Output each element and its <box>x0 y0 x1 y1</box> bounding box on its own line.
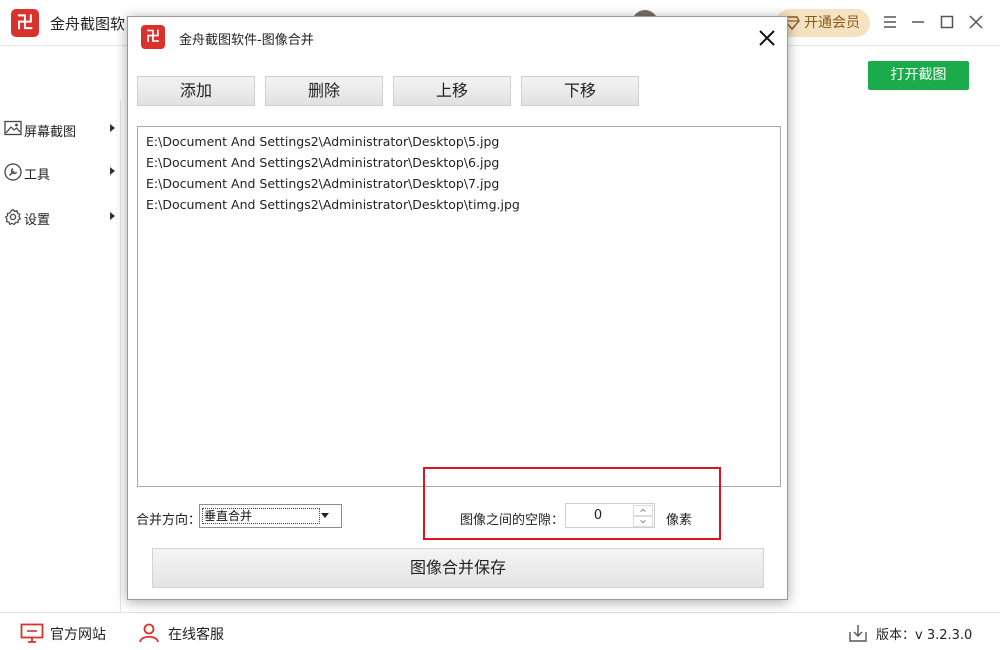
add-button[interactable]: 添加 <box>137 76 255 106</box>
list-item[interactable]: E:\Document And Settings2\Administrator\… <box>146 131 772 152</box>
official-website-link[interactable]: 官方网站 <box>20 623 110 643</box>
chevron-down-icon[interactable] <box>633 516 653 527</box>
sidebar-item-label: 工具 <box>24 168 51 183</box>
sidebar-item-settings[interactable]: 设置 <box>0 202 121 232</box>
list-item[interactable]: E:\Document And Settings2\Administrator\… <box>146 173 772 194</box>
dialog-titlebar[interactable]: 卍 金舟截图软件-图像合并 <box>128 17 787 57</box>
image-merge-dialog: 卍 金舟截图软件-图像合并 添加 删除 上移 下移 E:\Document An… <box>127 16 788 600</box>
footer: 官方网站 在线客服 版本：v 3.2.3.0 <box>0 612 1000 650</box>
image-gap-label: 图像之间的空隙： <box>460 513 565 528</box>
online-service-label: 在线客服 <box>168 627 224 643</box>
chevron-right-icon <box>110 212 115 220</box>
move-up-button[interactable]: 上移 <box>393 76 511 106</box>
image-gap-unit: 像素 <box>666 513 693 528</box>
sidebar-item-label: 设置 <box>24 213 51 228</box>
sidebar-item-tools[interactable]: 工具 <box>0 157 121 187</box>
wrench-icon <box>4 163 22 181</box>
image-gap-value[interactable]: 0 <box>566 508 630 523</box>
download-icon <box>849 625 867 642</box>
dialog-title: 金舟截图软件-图像合并 <box>179 33 314 48</box>
file-list[interactable]: E:\Document And Settings2\Administrator\… <box>137 126 781 487</box>
vip-label: 开通会员 <box>804 15 860 31</box>
open-capture-button[interactable]: 打开截图 <box>868 61 969 90</box>
move-down-button[interactable]: 下移 <box>521 76 639 106</box>
app-logo: 卍 <box>11 9 39 37</box>
gear-icon <box>4 208 22 226</box>
minimize-icon[interactable] <box>908 12 928 32</box>
menu-icon[interactable] <box>880 12 900 32</box>
merge-save-button[interactable]: 图像合并保存 <box>152 548 764 588</box>
chevron-down-icon <box>321 513 329 518</box>
dialog-logo: 卍 <box>141 25 165 49</box>
official-website-label: 官方网站 <box>50 627 106 643</box>
delete-button[interactable]: 删除 <box>265 76 383 106</box>
online-service-link[interactable]: 在线客服 <box>138 623 228 643</box>
close-icon[interactable] <box>756 27 778 49</box>
list-item[interactable]: E:\Document And Settings2\Administrator\… <box>146 194 772 215</box>
app-title: 金舟截图软 <box>50 15 126 33</box>
version-label: 版本：v 3.2.3.0 <box>876 628 973 643</box>
chevron-right-icon <box>110 167 115 175</box>
image-icon <box>4 120 22 136</box>
sidebar-item-label: 屏幕截图 <box>24 125 77 140</box>
maximize-icon[interactable] <box>937 12 957 32</box>
monitor-icon <box>20 623 44 643</box>
list-item[interactable]: E:\Document And Settings2\Administrator\… <box>146 152 772 173</box>
sidebar-item-screen-capture[interactable]: 屏幕截图 <box>0 114 121 144</box>
version-info: 版本：v 3.2.3.0 <box>848 623 988 643</box>
merge-direction-select[interactable]: 垂直合并 <box>199 504 342 528</box>
chevron-right-icon <box>110 124 115 132</box>
sidebar: 屏幕截图 工具 设置 <box>0 100 121 612</box>
merge-direction-label: 合并方向： <box>136 513 202 528</box>
image-gap-stepper[interactable]: 0 <box>565 503 655 528</box>
user-icon <box>139 623 159 643</box>
close-icon[interactable] <box>966 12 986 32</box>
merge-direction-value: 垂直合并 <box>202 508 320 524</box>
chevron-up-icon[interactable] <box>633 505 653 516</box>
vip-button[interactable]: 开通会员 <box>776 9 870 37</box>
